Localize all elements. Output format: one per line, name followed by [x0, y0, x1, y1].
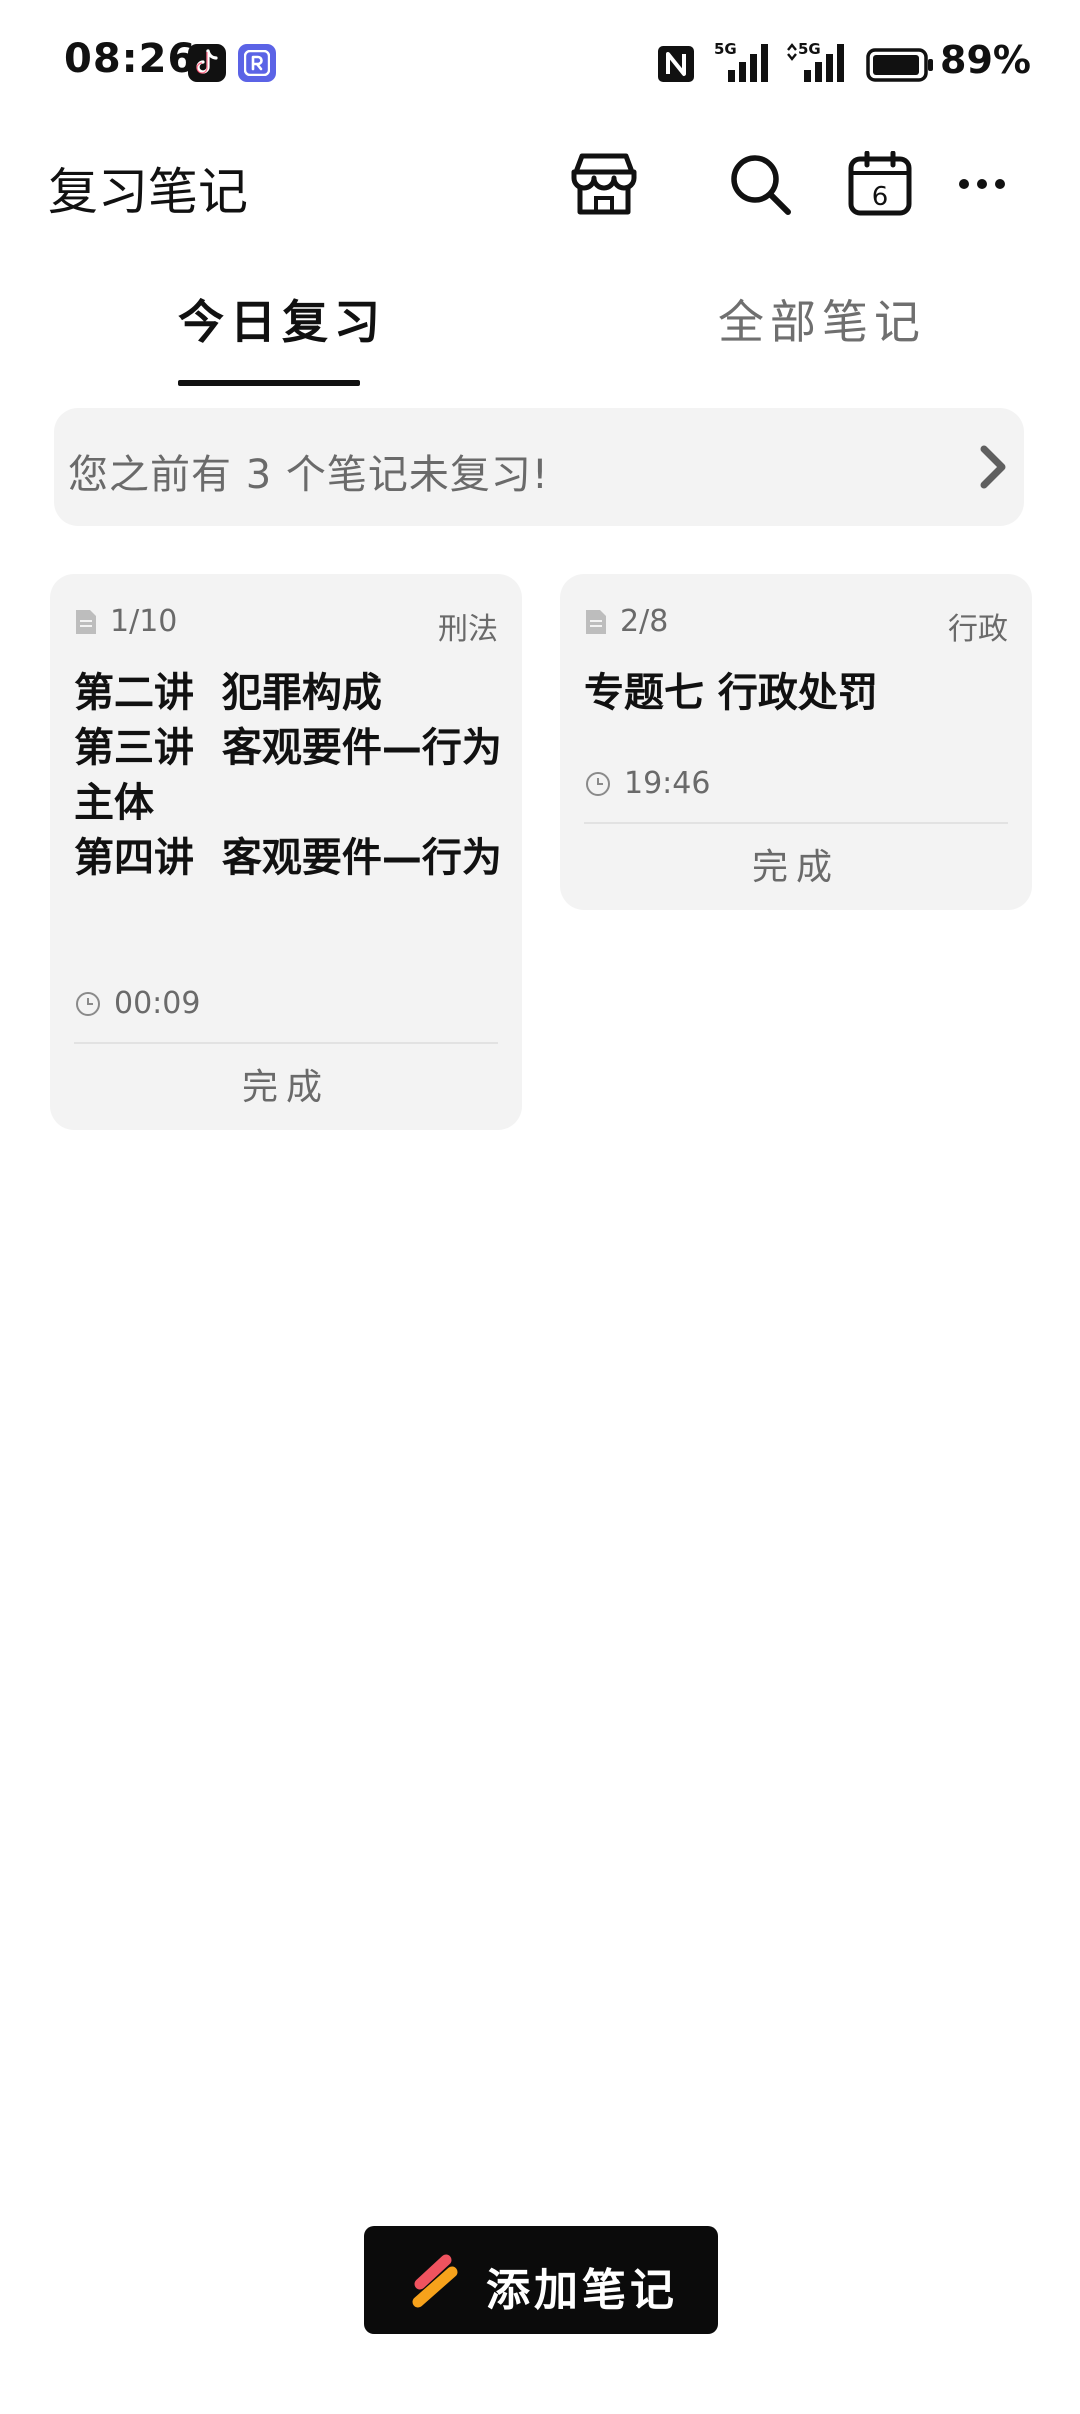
- card-title-line: 第四讲 客观要件—行为: [74, 835, 502, 881]
- svg-text:5G: 5G: [798, 40, 821, 58]
- tab-all-notes[interactable]: 全部笔记: [718, 286, 926, 352]
- card-subject-tag: 行政: [948, 612, 1008, 647]
- svg-text:5G: 5G: [714, 40, 737, 58]
- add-note-button[interactable]: 添加笔记: [364, 2226, 718, 2334]
- card-title-line: 第三讲 客观要件—行为主体: [74, 725, 502, 826]
- status-time: 08:26: [64, 36, 197, 82]
- card-time-text: 19:46: [624, 766, 711, 801]
- signal-5g-icon-2: 5G: [787, 40, 844, 82]
- document-icon: [76, 610, 96, 634]
- card-divider: [584, 822, 1008, 824]
- page-title: 复习笔记: [48, 163, 248, 221]
- nfc-icon: [658, 46, 694, 82]
- r-app-icon: [238, 44, 276, 82]
- svg-text:6: 6: [872, 182, 889, 212]
- complete-button[interactable]: 完成: [50, 1058, 522, 1110]
- complete-button[interactable]: 完成: [560, 838, 1032, 890]
- card-title-line: 第二讲 犯罪构成: [74, 670, 382, 716]
- card-progress-count: 2/8: [620, 604, 669, 639]
- signal-5g-icon-1: 5G: [714, 40, 768, 82]
- card-meta: 1/10 刑法: [74, 604, 498, 647]
- chevron-right-icon: [980, 445, 1006, 489]
- add-note-label: 添加笔记: [486, 2265, 678, 2316]
- card-title: 专题七 行政处罚: [584, 670, 878, 716]
- more-options-icon[interactable]: [944, 146, 1020, 222]
- clock-icon: [586, 772, 610, 796]
- status-bar: 08:26 5G 5G 89%: [0, 0, 1080, 130]
- pen-icon: [412, 2254, 458, 2308]
- note-card[interactable]: 2/8 行政 专题七 行政处罚 19:46 完成: [560, 574, 1032, 910]
- pending-review-text: 您之前有 3 个笔记未复习!: [68, 452, 549, 498]
- card-title: 第二讲 犯罪构成 第三讲 客观要件—行为主体 第四讲 客观要件—行为: [74, 666, 504, 886]
- card-meta: 2/8 行政: [584, 604, 1008, 647]
- battery-icon: [866, 48, 933, 82]
- tiktok-app-icon: [188, 44, 226, 82]
- tab-today-review[interactable]: 今日复习: [178, 286, 386, 352]
- note-card[interactable]: 1/10 刑法 第二讲 犯罪构成 第三讲 客观要件—行为主体 第四讲 客观要件—…: [50, 574, 522, 1130]
- active-tab-indicator: [178, 380, 360, 386]
- calendar-icon[interactable]: 6: [842, 146, 918, 222]
- card-divider: [74, 1042, 498, 1044]
- card-time-text: 00:09: [114, 986, 201, 1021]
- clock-icon: [76, 992, 100, 1016]
- card-progress-count: 1/10: [110, 604, 178, 639]
- card-subject-tag: 刑法: [438, 612, 498, 647]
- store-icon[interactable]: [566, 146, 642, 222]
- document-icon: [586, 610, 606, 634]
- pending-review-banner[interactable]: 您之前有 3 个笔记未复习!: [54, 408, 1024, 526]
- search-icon[interactable]: [722, 146, 798, 222]
- battery-percentage: 89%: [940, 38, 1031, 82]
